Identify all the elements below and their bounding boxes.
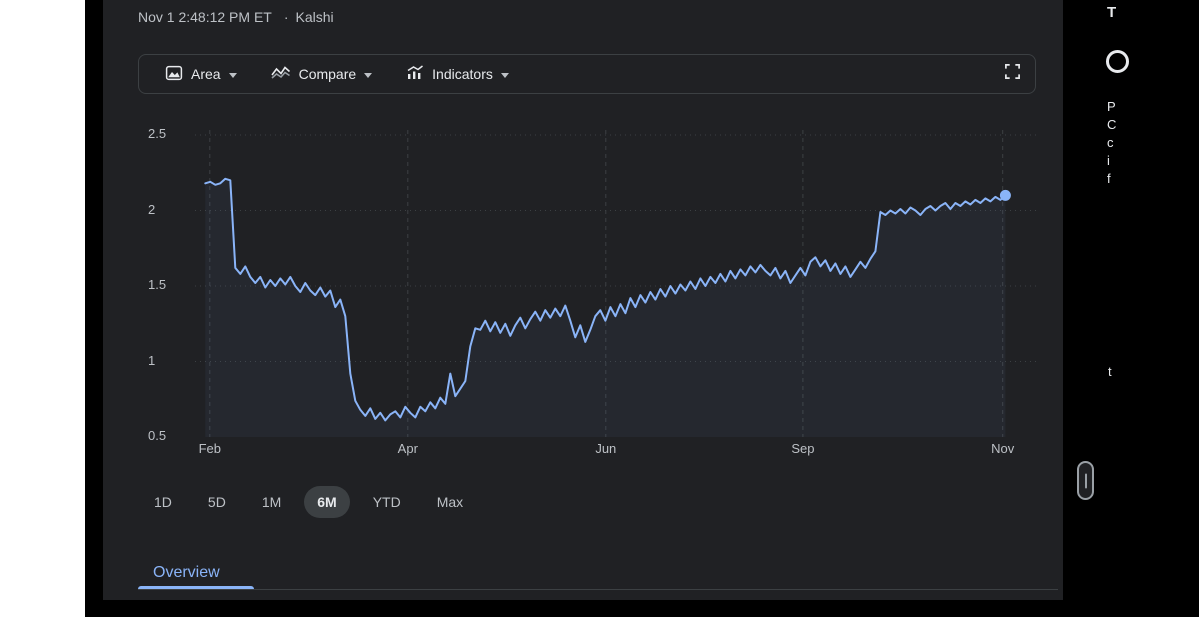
right-panel-logo-circle-icon bbox=[1106, 50, 1129, 73]
indicators-icon bbox=[406, 65, 424, 83]
compare-icon bbox=[271, 65, 291, 83]
chart-toolbar: Area Compare bbox=[138, 54, 1036, 94]
finance-chart-panel: Nov 1 2:48:12 PM ET · Kalshi Area bbox=[103, 0, 1063, 600]
chart-type-button[interactable]: Area bbox=[165, 64, 237, 85]
right-panel-text-fragment: C bbox=[1107, 117, 1116, 132]
x-axis-tick-label: Feb bbox=[199, 441, 221, 456]
panel-resize-handle[interactable] bbox=[1077, 461, 1094, 500]
chevron-down-icon bbox=[501, 73, 509, 78]
indicators-label: Indicators bbox=[432, 66, 493, 82]
x-axis-tick-label: Sep bbox=[791, 441, 814, 456]
latest-price-dot bbox=[1000, 190, 1011, 201]
right-panel-text-fragment: c bbox=[1107, 135, 1114, 150]
right-panel-text-fragment: t bbox=[1108, 364, 1112, 379]
range-button-6m[interactable]: 6M bbox=[304, 486, 349, 518]
quote-timestamp-row: Nov 1 2:48:12 PM ET · Kalshi bbox=[138, 9, 334, 25]
quote-source: Kalshi bbox=[296, 9, 334, 25]
range-button-1m[interactable]: 1M bbox=[249, 486, 294, 518]
right-panel-text-fragment: P bbox=[1107, 99, 1116, 114]
indicators-button[interactable]: Indicators bbox=[406, 65, 509, 83]
right-panel-text-fragment: f bbox=[1107, 171, 1111, 186]
range-button-max[interactable]: Max bbox=[424, 486, 476, 518]
range-button-1d[interactable]: 1D bbox=[141, 486, 185, 518]
right-panel-text-fragment: i bbox=[1107, 153, 1110, 168]
fullscreen-button[interactable] bbox=[1004, 63, 1021, 85]
compare-label: Compare bbox=[299, 66, 357, 82]
tab-overview[interactable]: Overview bbox=[153, 564, 220, 582]
fullscreen-icon bbox=[1004, 63, 1021, 85]
price-chart-svg[interactable] bbox=[145, 120, 1045, 460]
area-chart-icon bbox=[165, 64, 183, 85]
screen: Nov 1 2:48:12 PM ET · Kalshi Area bbox=[0, 0, 1199, 617]
chevron-down-icon bbox=[229, 73, 237, 78]
compare-button[interactable]: Compare bbox=[271, 65, 373, 83]
timestamp-separator: · bbox=[284, 9, 289, 25]
tab-divider bbox=[138, 589, 1058, 590]
range-button-5d[interactable]: 5D bbox=[195, 486, 239, 518]
quote-timestamp: Nov 1 2:48:12 PM ET bbox=[138, 9, 272, 25]
x-axis-tick-label: Jun bbox=[595, 441, 616, 456]
chart-type-label: Area bbox=[191, 66, 221, 82]
resize-grip-icon bbox=[1085, 473, 1087, 488]
chevron-down-icon bbox=[364, 73, 372, 78]
right-panel-text-fragment: T bbox=[1107, 4, 1116, 21]
range-button-ytd[interactable]: YTD bbox=[360, 486, 414, 518]
x-axis-tick-label: Apr bbox=[398, 441, 418, 456]
tab-overview-underline bbox=[138, 586, 254, 589]
time-range-selector: 1D 5D 1M 6M YTD Max bbox=[141, 486, 476, 518]
x-axis-tick-label: Nov bbox=[991, 441, 1014, 456]
